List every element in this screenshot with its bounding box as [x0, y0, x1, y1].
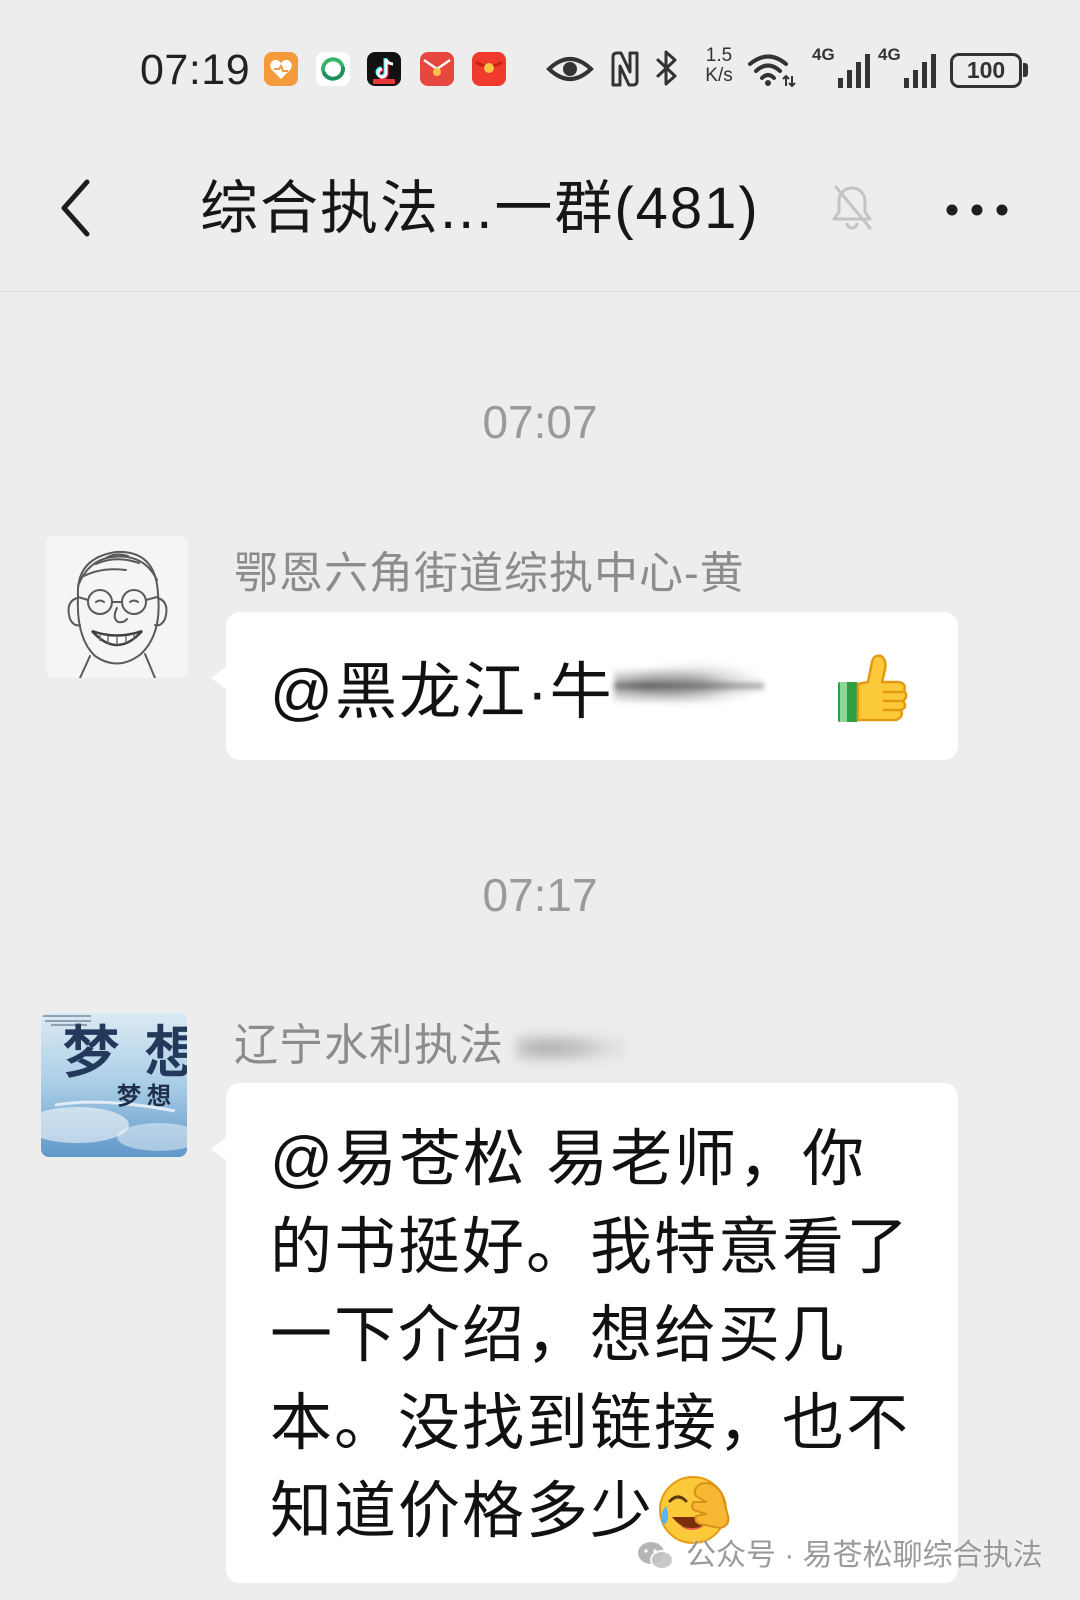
chat-header: 综合执法...一群(481): [0, 140, 1080, 292]
more-icon: [946, 204, 1008, 216]
status-bar: 07:19 1.5 K/s 4G 4G 100: [0, 0, 1080, 140]
watermark-text: 公众号 · 易苍松聊综合执法: [686, 1539, 1043, 1572]
thumbs-up-emoji-icon: [838, 654, 908, 722]
cellular-signal-2: 4G: [878, 46, 936, 88]
more-button[interactable]: [944, 196, 1010, 224]
mention-text: @黑龙江·牛: [270, 658, 614, 727]
timestamp: 07:17: [482, 869, 598, 921]
cellular-signal-1: 4G: [812, 46, 870, 88]
green-swirl-app-icon: [316, 52, 350, 86]
message-line-text: @易苍松 易老师，你: [270, 1125, 867, 1194]
signal-bars-icon: [904, 54, 936, 88]
chat-title: 综合执法...一群(481): [200, 176, 760, 241]
red-envelope-icon: [420, 52, 454, 86]
avatar-subtitle-text: 梦想: [117, 1083, 177, 1110]
message-line: 本。没找到链接，也不: [270, 1380, 910, 1468]
wechat-icon: [638, 1542, 674, 1570]
message-content: @黑龙江·牛: [270, 612, 764, 760]
network-type-label: 4G: [812, 45, 835, 64]
sender-avatar[interactable]: [46, 536, 188, 678]
message-line-text: 知道价格多少: [270, 1477, 655, 1546]
chevron-left-icon: [61, 179, 90, 237]
red-packet-icon: [472, 52, 506, 86]
sketch-portrait-avatar: [46, 536, 188, 678]
bell-off-icon: [832, 185, 872, 230]
tiktok-icon: [367, 52, 401, 86]
battery-cap: [1023, 63, 1028, 77]
chat-screen: 07:19 1.5 K/s 4G 4G 100 综合执法...一群(481) 0…: [0, 0, 1080, 1600]
battery-indicator: 100: [950, 53, 1022, 88]
avatar-caption-lines: [41, 1015, 91, 1026]
network-speed-value: 1.5: [705, 45, 733, 66]
network-type-label: 4G: [878, 45, 901, 64]
message-line-text: 的书挺好。我特意看了: [270, 1213, 911, 1282]
sender-avatar[interactable]: 梦想 梦想: [41, 1013, 187, 1157]
sender-name: 鄂恩六角街道综执中心-黄: [234, 549, 745, 598]
back-button[interactable]: [56, 176, 96, 240]
facepalm-emoji-icon: [659, 1476, 730, 1544]
eye-icon: [546, 57, 594, 81]
signal-bars-icon: [838, 54, 870, 88]
status-time: 07:19: [140, 46, 251, 94]
bubble-tail: [211, 666, 227, 690]
watermark: 公众号 · 易苍松聊综合执法: [636, 1538, 1043, 1574]
sender-name: 辽宁水利执法: [234, 1020, 626, 1072]
network-speed: 1.5 K/s: [699, 46, 739, 86]
nfc-icon: [611, 51, 639, 87]
timestamp: 07:07: [482, 396, 598, 448]
message-bubble[interactable]: @黑龙江·牛: [211, 612, 958, 760]
redaction-blur: [613, 662, 764, 710]
wifi-icon: [748, 54, 796, 88]
message-line: @易苍松 易老师，你: [270, 1116, 910, 1204]
sender-name-text: 辽宁水利执法: [234, 1021, 504, 1070]
message-line-text: 本。没找到链接，也不: [270, 1389, 911, 1458]
network-speed-unit: K/s: [705, 65, 733, 86]
message-line: 的书挺好。我特意看了: [270, 1204, 910, 1292]
heart-app-icon: [264, 52, 298, 86]
avatar-title-text: 梦想: [63, 1020, 187, 1086]
message-line: 一下介绍，想给买几: [270, 1292, 910, 1380]
message-line-text: 一下介绍，想给买几: [270, 1301, 847, 1370]
message-content: @易苍松 易老师，你 的书挺好。我特意看了 一下介绍，想给买几 本。没找到链接，…: [270, 1116, 910, 1556]
redaction-blur: [516, 1026, 626, 1071]
bluetooth-icon: [656, 50, 677, 86]
bubble-tail: [211, 1137, 227, 1161]
message-bubble[interactable]: @易苍松 易老师，你 的书挺好。我特意看了 一下介绍，想给买几 本。没找到链接，…: [211, 1083, 958, 1583]
